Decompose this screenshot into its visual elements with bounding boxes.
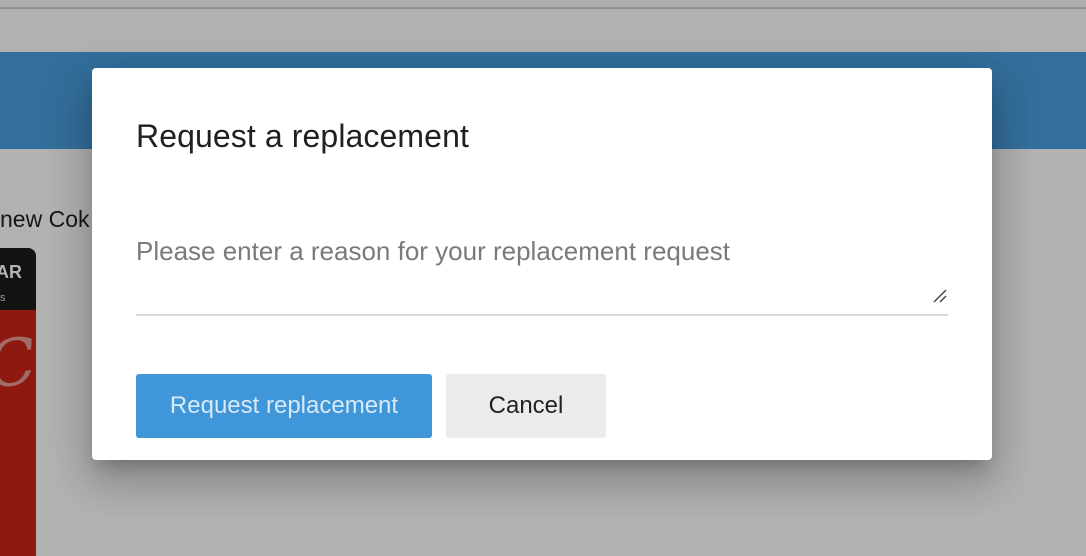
dialog-title: Request a replacement: [136, 118, 469, 154]
replacement-dialog: Request a replacement Request replacemen…: [92, 68, 992, 460]
reason-field: [136, 232, 948, 316]
resize-handle-icon[interactable]: [932, 288, 948, 304]
reason-textarea[interactable]: [136, 232, 948, 314]
request-replacement-button[interactable]: Request replacement: [136, 374, 432, 438]
page: new Cok AR s Col Request a replacement R…: [0, 0, 1086, 556]
cancel-button[interactable]: Cancel: [446, 374, 606, 438]
